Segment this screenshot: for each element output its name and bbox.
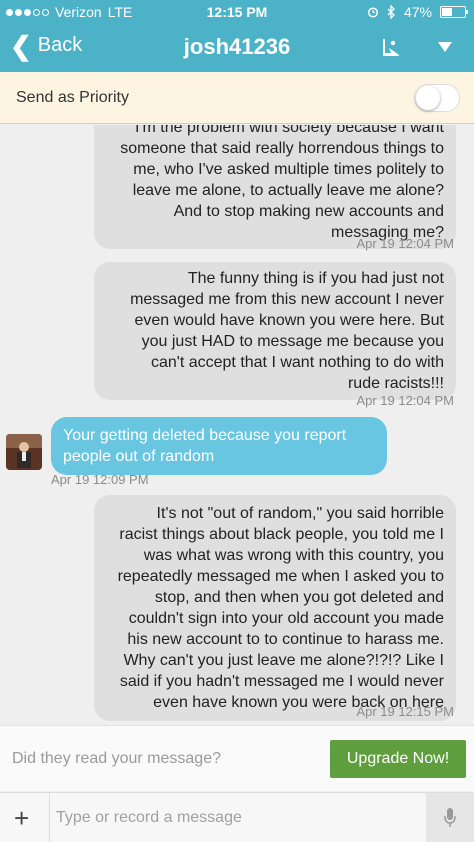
- alarm-icon: [367, 7, 379, 18]
- message-list[interactable]: I'm the problem with society because I w…: [0, 125, 474, 725]
- message-timestamp: Apr 19 12:04 PM: [356, 236, 454, 251]
- read-receipt-bar: Did they read your message? Upgrade Now!: [0, 725, 474, 791]
- message-line: said if you hadn't messaged me I would n…: [119, 673, 444, 690]
- message-line: rude racists!!!: [347, 375, 444, 392]
- priority-bar: Send as Priority: [0, 72, 474, 124]
- message-line: messaged me from this new account I neve…: [130, 291, 444, 308]
- message-line: even would have known you were here. But: [134, 312, 444, 329]
- message-line: leave me alone, to actually leave me alo…: [132, 182, 444, 199]
- read-prompt[interactable]: Did they read your message?: [12, 750, 221, 768]
- message-line: his new account to to continue to harass…: [127, 631, 444, 648]
- message-line: you just HAD to message me because you: [141, 333, 444, 350]
- message-line: people out of random: [63, 448, 215, 465]
- message-timestamp: Apr 19 12:15 PM: [356, 704, 454, 719]
- message-timestamp: Apr 19 12:09 PM: [51, 472, 149, 487]
- battery-icon: [440, 6, 468, 18]
- message-line: It's not "out of random," you said horri…: [156, 505, 444, 522]
- message-bubble-outgoing: It's not "out of random," you said horri…: [94, 495, 456, 721]
- avatar[interactable]: [6, 434, 42, 470]
- message-line: was what was wrong with this country, yo…: [143, 547, 444, 564]
- microphone-icon: [444, 808, 456, 827]
- caret-down-icon[interactable]: [436, 40, 454, 54]
- contact-photo: [6, 434, 42, 470]
- message-bubble-incoming: Your getting deleted because you report …: [51, 417, 387, 475]
- message-line: someone that said really horrendous thin…: [120, 140, 444, 157]
- message-line: Your getting deleted because you report: [63, 427, 347, 444]
- microphone-button[interactable]: [426, 793, 474, 842]
- message-line: The funny thing is if you had just not: [187, 270, 444, 287]
- status-bar: Verizon LTE 12:15 PM 47%: [0, 0, 474, 24]
- priority-label: Send as Priority: [16, 89, 129, 106]
- message-line: Why can't you just leave me alone?!?!? L…: [123, 652, 444, 669]
- battery-percent: 47%: [403, 4, 432, 20]
- message-line: racist things about black people, you to…: [119, 526, 444, 543]
- message-line: couldn't sign into your old account you …: [128, 610, 444, 627]
- message-line: me, who I've asked multiple times polite…: [133, 161, 444, 178]
- bluetooth-icon: [387, 5, 395, 19]
- divider: [49, 793, 50, 842]
- message-line: I'm the problem with society because I w…: [135, 125, 444, 136]
- message-line: And to stop making new accounts and: [173, 203, 444, 220]
- message-input[interactable]: [56, 801, 412, 835]
- toggle-knob: [416, 86, 440, 110]
- priority-flag-icon[interactable]: [380, 36, 402, 58]
- plus-icon[interactable]: +: [14, 803, 29, 834]
- message-bubble-outgoing: The funny thing is if you had just not m…: [94, 262, 456, 400]
- message-line: repeatedly messaged me when I asked you …: [117, 568, 444, 585]
- conversation-title: josh41236: [183, 34, 291, 59]
- compose-bar: +: [0, 792, 474, 842]
- navigation-bar: ❮ Back josh41236: [0, 24, 474, 72]
- message-bubble-outgoing: I'm the problem with society because I w…: [94, 125, 456, 249]
- message-timestamp: Apr 19 12:04 PM: [356, 393, 454, 408]
- message-line: stop, and then when you got deleted and: [154, 589, 444, 606]
- priority-toggle[interactable]: [414, 84, 460, 112]
- upgrade-button[interactable]: Upgrade Now!: [330, 740, 466, 778]
- message-line: can't accept that I want nothing to do w…: [150, 354, 444, 371]
